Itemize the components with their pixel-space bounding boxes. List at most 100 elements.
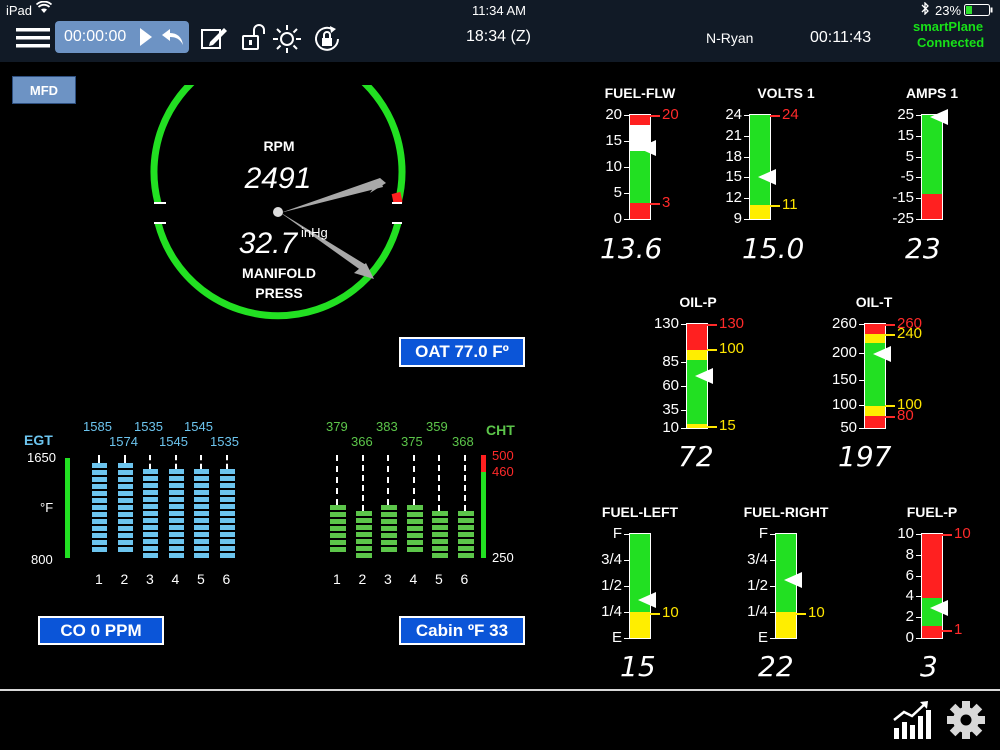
play-icon[interactable] bbox=[139, 27, 153, 52]
egt-bar-segment-5 bbox=[194, 490, 209, 495]
egt-bar-segment-5 bbox=[194, 511, 209, 516]
egt-cylinder-2: 2 bbox=[120, 571, 129, 587]
fuel-p-readout: 3 bbox=[920, 650, 938, 683]
egt-bar-segment-3 bbox=[143, 532, 158, 537]
amps-tick bbox=[916, 115, 922, 116]
fuel-right-tick-label: E bbox=[757, 629, 768, 646]
amps-tick bbox=[916, 219, 922, 220]
volts-readout: 15.0 bbox=[742, 232, 805, 265]
mfd-button[interactable]: MFD bbox=[12, 76, 76, 104]
egt-bar-segment-1 bbox=[92, 540, 107, 545]
cht-bar-segment-4 bbox=[406, 547, 423, 552]
cht-value-bottom-1: 366 bbox=[351, 434, 373, 449]
oil-p-limit-tick bbox=[707, 425, 717, 428]
amps-tick bbox=[916, 135, 922, 137]
egt-bar-segment-4 bbox=[168, 483, 184, 488]
cht-bar-segment-1 bbox=[330, 547, 346, 552]
fuel-flw-limit-label: 3 bbox=[662, 194, 671, 212]
egt-bar-segment-2 bbox=[117, 484, 133, 489]
oil-t-limit-label: 240 bbox=[897, 325, 923, 343]
cht-value-bottom-3: 368 bbox=[452, 434, 474, 449]
egt-bar-segment-4 bbox=[168, 525, 184, 530]
cht-bar-segment-3 bbox=[381, 547, 397, 552]
amps-tick bbox=[916, 156, 922, 158]
cht-bar-segment-2 bbox=[355, 511, 372, 516]
fuel-left-tick-label: 3/4 bbox=[601, 551, 622, 568]
egt-bar-segment-2 bbox=[117, 491, 133, 496]
cht-bar-segment-3 bbox=[381, 519, 397, 524]
oil-t-frame bbox=[864, 323, 886, 429]
cht-bar-segment-5 bbox=[432, 518, 448, 523]
fuel-p-tick bbox=[916, 638, 922, 639]
egt-bar-segment-4 bbox=[168, 504, 184, 509]
egt-bar-segment-3 bbox=[143, 490, 158, 495]
oil-p-tick bbox=[681, 386, 687, 388]
cht-bar-segment-3 bbox=[381, 533, 397, 538]
fuel-p-tick-label: 8 bbox=[905, 545, 914, 563]
cht-bar-dash-5 bbox=[438, 455, 440, 511]
cht-bar-segment-6 bbox=[457, 546, 474, 551]
fuel-flw-tick-label: 5 bbox=[613, 184, 622, 201]
oil-t-tick-label: 150 bbox=[831, 371, 857, 389]
egt-bar-segment-2 bbox=[117, 547, 133, 552]
volts-limit-label: 11 bbox=[782, 196, 798, 214]
co-button[interactable]: CO 0 PPM bbox=[38, 616, 164, 645]
egt-value-top-2: 1535 bbox=[134, 419, 163, 434]
cht-bar-segment-4 bbox=[406, 519, 423, 524]
battery-icon bbox=[964, 4, 994, 19]
fuel-left-frame bbox=[629, 533, 651, 639]
cht-min-label: 250 bbox=[492, 550, 514, 565]
oil-p-tick-label: 35 bbox=[662, 401, 679, 419]
egt-scale-bar bbox=[65, 458, 70, 558]
fuel-right-tick-label: 3/4 bbox=[747, 551, 768, 568]
zulu-time: 18:34 (Z) bbox=[466, 28, 531, 45]
cht-bar-segment-6 bbox=[457, 525, 474, 530]
egt-bar-segment-2 bbox=[117, 477, 133, 482]
cabin-temp-button[interactable]: Cabin ºF 33 bbox=[399, 616, 525, 645]
fuel-p-tick bbox=[916, 554, 922, 556]
egt-bar-segment-6 bbox=[219, 483, 235, 488]
edit-icon[interactable] bbox=[200, 24, 230, 57]
fuel-right-tick bbox=[770, 638, 776, 639]
clock: 11:34 AM bbox=[472, 3, 526, 18]
fuel-p-frame bbox=[921, 533, 943, 639]
timer-control[interactable]: 00:00:00 bbox=[55, 21, 189, 53]
oat-button[interactable]: OAT 77.0 Fº bbox=[399, 337, 525, 367]
cht-bar-segment-5 bbox=[432, 525, 448, 530]
egt-bar-segment-1 bbox=[92, 519, 107, 524]
oil-t-limit-tick bbox=[885, 415, 895, 418]
egt-bar-segment-2 bbox=[117, 540, 133, 545]
cht-bar-dash-6 bbox=[463, 455, 466, 511]
fuel-p-limit-label: 1 bbox=[954, 620, 963, 638]
egt-bar-segment-5 bbox=[194, 497, 209, 502]
rotation-lock-icon[interactable] bbox=[312, 24, 342, 59]
egt-value-bottom-2: 1545 bbox=[159, 434, 188, 449]
egt-bar-segment-5 bbox=[194, 532, 209, 537]
unlock-icon[interactable] bbox=[241, 24, 267, 57]
undo-icon[interactable] bbox=[161, 27, 185, 52]
fuel-p-tick bbox=[916, 575, 922, 577]
volts-tick bbox=[744, 115, 750, 116]
amps-tick bbox=[916, 198, 922, 200]
oil-p-title: OIL-P bbox=[679, 294, 717, 310]
amps-frame bbox=[921, 114, 943, 220]
gear-icon[interactable] bbox=[946, 700, 986, 745]
egt-bar-segment-4 bbox=[168, 490, 184, 495]
connection-status-line1: smartPlane bbox=[913, 19, 984, 34]
fuel-left-tick bbox=[624, 560, 630, 561]
egt-bar-segment-5 bbox=[194, 483, 209, 488]
cht-bar-segment-5 bbox=[432, 553, 448, 558]
cht-cylinder-3: 3 bbox=[384, 571, 392, 587]
manifold-label-2: PRESS bbox=[255, 285, 302, 301]
egt-bar-segment-3 bbox=[143, 553, 158, 558]
fuel-flw-tick bbox=[624, 115, 630, 116]
toolbar: 00:00:00 18:34 (Z) N-Ryan 00:11:43 smart… bbox=[0, 19, 1000, 62]
fuel-p-tick-label: 6 bbox=[905, 566, 914, 584]
chart-icon[interactable] bbox=[892, 700, 932, 745]
menu-icon[interactable] bbox=[16, 27, 50, 54]
brightness-icon[interactable] bbox=[272, 24, 302, 59]
oil-p-tick-label: 60 bbox=[662, 377, 679, 395]
oil-p-tick bbox=[681, 428, 687, 429]
fuel-right-tick bbox=[770, 586, 776, 587]
fuel-flw-tick bbox=[624, 193, 630, 194]
